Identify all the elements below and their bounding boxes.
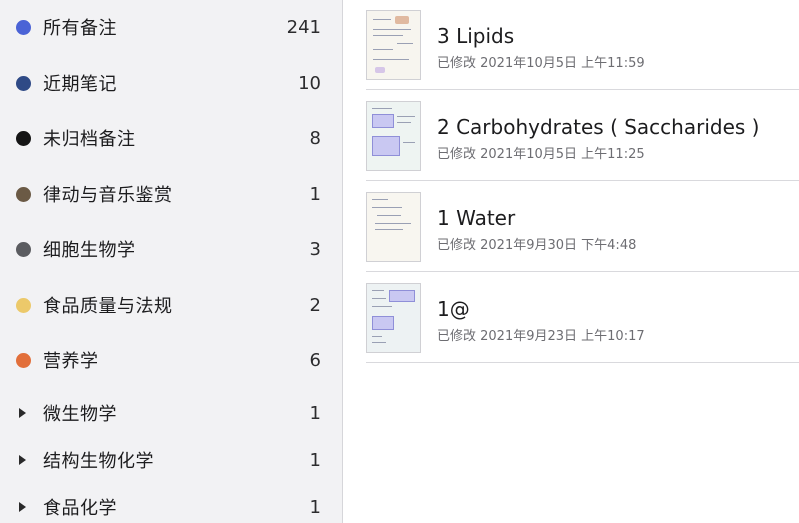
category-sidebar: 所有备注 241 近期笔记 10 未归档备注 8 律动与音乐鉴赏 1 细胞生物学…	[0, 0, 343, 523]
note-thumbnail	[366, 192, 421, 262]
navy-dot-icon	[16, 75, 31, 91]
category-recent-notes[interactable]: 近期笔记 10	[0, 63, 343, 103]
category-label: 结构生物化学	[43, 451, 154, 472]
note-item[interactable]: 1 Water 已修改 2021年9月30日 下午4:48	[366, 182, 799, 272]
category-count: 8	[309, 127, 321, 149]
note-modified-date: 已修改 2021年10月5日 上午11:59	[437, 56, 645, 71]
category-count: 1	[309, 183, 321, 205]
note-modified-date: 已修改 2021年9月23日 上午10:17	[437, 329, 645, 344]
category-count: 1	[309, 449, 321, 471]
category-label: 微生物学	[43, 404, 117, 425]
note-title: 1 Water	[437, 206, 516, 230]
note-item[interactable]: 3 Lipids 已修改 2021年10月5日 上午11:59	[366, 0, 799, 90]
note-title: 3 Lipids	[437, 24, 515, 48]
note-item[interactable]: 1@ 已修改 2021年9月23日 上午10:17	[366, 273, 799, 363]
brown-dot-icon	[16, 186, 31, 202]
category-label: 食品质量与法规	[43, 296, 173, 317]
category-label: 律动与音乐鉴赏	[43, 185, 173, 206]
category-label: 食品化学	[43, 498, 117, 519]
note-thumbnail	[366, 101, 421, 171]
category-count: 2	[309, 294, 321, 316]
note-list: 3 Lipids 已修改 2021年10月5日 上午11:59 2 Carboh…	[344, 0, 799, 523]
gray-dot-icon	[16, 241, 31, 257]
divider	[366, 180, 799, 181]
category-microbiology[interactable]: 微生物学 1	[0, 393, 343, 433]
category-count: 241	[286, 16, 321, 38]
note-modified-date: 已修改 2021年10月5日 上午11:25	[437, 147, 645, 162]
note-modified-date: 已修改 2021年9月30日 下午4:48	[437, 238, 637, 253]
note-thumbnail	[366, 10, 421, 80]
yellow-dot-icon	[16, 297, 31, 313]
category-unfiled-notes[interactable]: 未归档备注 8	[0, 118, 343, 158]
category-all-notes[interactable]: 所有备注 241	[0, 7, 343, 47]
category-nutrition[interactable]: 营养学 6	[0, 340, 343, 380]
category-label: 未归档备注	[43, 129, 136, 150]
category-label: 所有备注	[43, 18, 117, 39]
category-count: 3	[309, 238, 321, 260]
disclosure-triangle-icon[interactable]	[19, 408, 26, 418]
note-thumbnail	[366, 283, 421, 353]
orange-dot-icon	[16, 352, 31, 368]
category-cell-biology[interactable]: 细胞生物学 3	[0, 229, 343, 269]
category-music-appreciation[interactable]: 律动与音乐鉴赏 1	[0, 174, 343, 214]
blue-dot-icon	[16, 19, 31, 35]
category-label: 营养学	[43, 351, 99, 372]
category-count: 10	[298, 72, 321, 94]
category-food-chemistry[interactable]: 食品化学 1	[0, 487, 343, 523]
category-count: 6	[309, 349, 321, 371]
note-title: 2 Carbohydrates ( Saccharides )	[437, 115, 760, 139]
note-item[interactable]: 2 Carbohydrates ( Saccharides ) 已修改 2021…	[366, 91, 799, 181]
disclosure-triangle-icon[interactable]	[19, 502, 26, 512]
category-structural-biochemistry[interactable]: 结构生物化学 1	[0, 440, 343, 480]
disclosure-triangle-icon[interactable]	[19, 455, 26, 465]
category-count: 1	[309, 402, 321, 424]
divider	[366, 271, 799, 272]
category-label: 细胞生物学	[43, 240, 136, 261]
note-title: 1@	[437, 297, 470, 321]
black-dot-icon	[16, 130, 31, 146]
category-label: 近期笔记	[43, 74, 117, 95]
category-count: 1	[309, 496, 321, 518]
divider	[366, 89, 799, 90]
divider	[366, 362, 799, 363]
category-food-quality[interactable]: 食品质量与法规 2	[0, 285, 343, 325]
